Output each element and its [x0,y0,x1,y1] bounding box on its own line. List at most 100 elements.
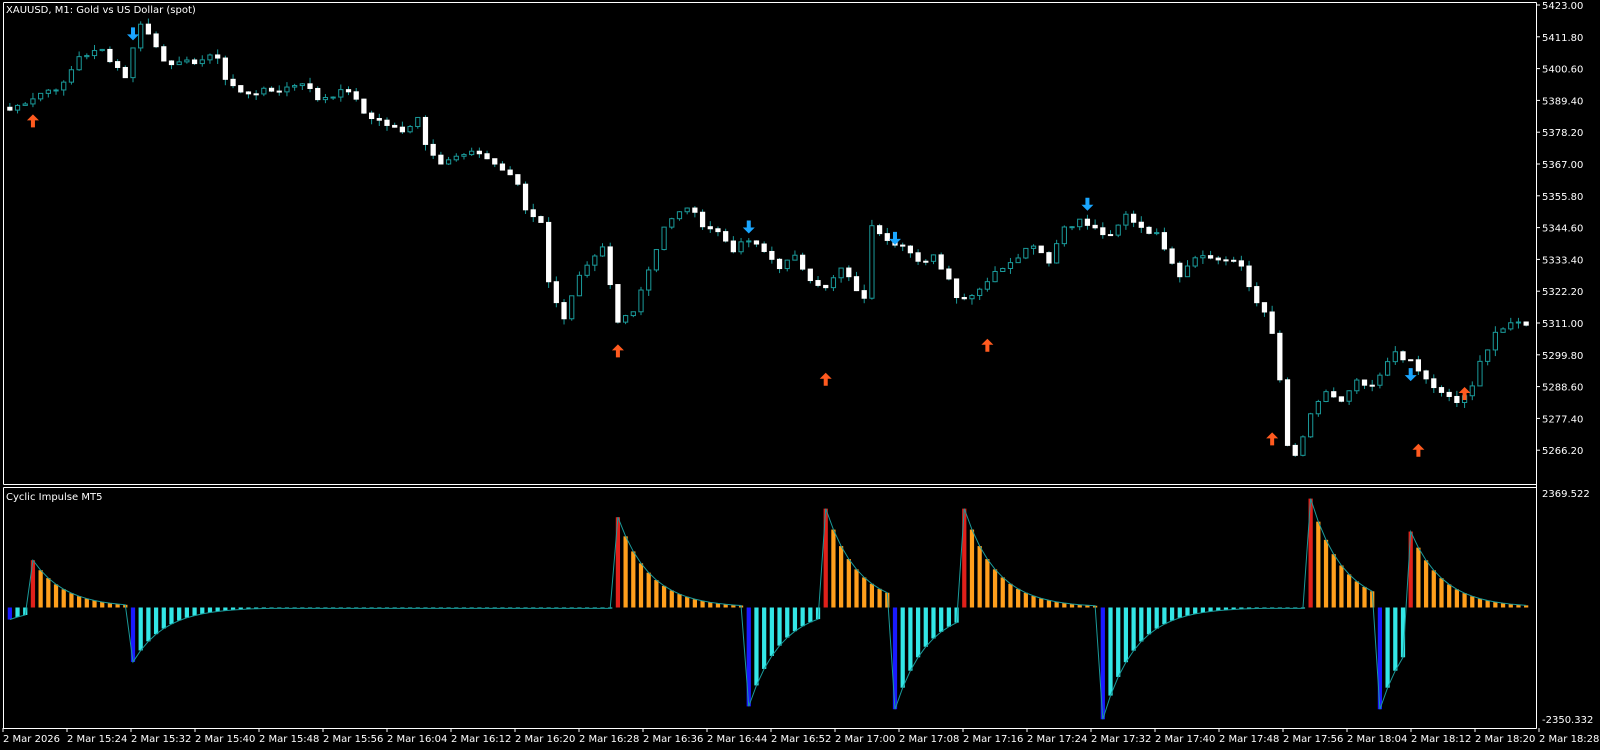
price-tick-label: 5378.20 [1542,128,1583,139]
impulse-bar [1431,570,1436,608]
candle-body [1130,213,1137,223]
impulse-bar [1323,539,1329,608]
candle-body [191,59,198,65]
candle-body [753,240,760,245]
candle-body [1015,257,1021,264]
candle-body [461,154,467,157]
impulse-bar [1154,607,1159,629]
time-tick-label: 2 Mar 15:32 [131,734,191,745]
impulse-bar [1039,598,1044,608]
impulse-bar [1054,601,1059,608]
candle-body [869,225,875,299]
candle-body [615,284,621,323]
impulse-bar [100,601,105,608]
candle-body [1023,247,1029,259]
impulse-bar [153,607,159,635]
candle-body [345,89,352,93]
impulse-bar [1339,565,1344,608]
time-tick-label: 2 Mar 17:32 [1091,734,1151,745]
candle-body [1284,379,1291,446]
impulse-bar [661,585,667,608]
candle-body [984,281,990,290]
candle-body [584,264,590,276]
impulse-bar [1108,607,1113,696]
price-tick-label: 5299.80 [1542,351,1583,362]
impulse-bar [77,596,82,608]
candle-body [1377,374,1383,386]
impulse-bar [161,607,166,629]
impulse-bar [1139,607,1144,642]
candle-body [1523,321,1529,326]
candle-body [953,278,960,299]
candle-body [1030,245,1037,249]
candle-body [322,97,329,101]
candle-body [1046,252,1052,264]
candle-body [992,270,998,283]
candle-body [114,61,121,68]
candle-body [915,252,921,262]
impulse-bar [939,607,944,632]
trading-chart[interactable]: 5423.00 5411.80 5400.60 5389.40 5378.20 5367.… [0,0,1600,750]
impulse-bar [977,546,982,608]
candle-body [684,207,690,213]
price-tick-label: 5322.20 [1542,287,1583,298]
impulse-bar [1016,588,1021,608]
candle-body [1315,401,1321,415]
time-tick-label: 2 Mar 15:24 [67,734,127,745]
candle-body [1431,378,1437,389]
impulse-bar [638,563,644,608]
impulse-bar [1023,592,1028,608]
candle-body [1438,387,1445,393]
candle-body [38,92,44,100]
time-tick-label: 2 Mar 15:40 [195,734,255,745]
candle-body [1292,444,1298,456]
candle-body [168,60,175,66]
candle-body [907,245,914,254]
candle-body [45,89,51,94]
impulse-bar [1031,595,1036,608]
candle-body [853,276,860,292]
candle-body [646,269,652,291]
impulse-bar [1447,584,1452,608]
candle-body [1408,359,1414,362]
indicator-tick-label: -2350.332 [1542,715,1593,726]
candle-body [1369,384,1375,387]
candle-body [1207,255,1214,259]
candle-body [22,103,28,106]
price-tick-label: 5311.00 [1542,319,1583,330]
impulse-bar [1423,560,1429,608]
impulse-bar [1131,607,1136,651]
candle-body [130,47,136,79]
impulse-bar [207,607,213,613]
candle-body [1269,311,1275,334]
impulse-bar [1408,531,1413,608]
candle-body [607,246,613,286]
candle-body [1038,245,1044,254]
price-tick-label: 5333.40 [1542,255,1583,266]
candle-body [546,221,552,283]
candle-body [1154,232,1160,235]
impulse-bar [915,607,921,658]
candle-body [1308,413,1314,438]
candle-body [199,59,205,65]
candle-body [184,59,190,63]
candle-body [961,297,967,300]
candle-body [1200,255,1206,259]
candle-body [1331,391,1337,398]
candle-body [538,216,544,223]
candle-body [61,81,67,91]
impulse-bar [146,607,151,642]
price-tick-label: 5400.60 [1542,65,1583,76]
impulse-bar [908,607,913,671]
impulse-bar [1146,607,1152,635]
candle-body [1254,286,1260,304]
candle-body [422,116,429,145]
candle-body [830,277,837,289]
time-tick-label: 2 Mar 18:28 [1539,734,1599,745]
candle-body [145,23,152,35]
candle-body [445,159,452,165]
impulse-bar [946,607,951,627]
candle-body [638,289,644,313]
candle-body [1215,257,1221,261]
candle-body [1177,262,1183,278]
